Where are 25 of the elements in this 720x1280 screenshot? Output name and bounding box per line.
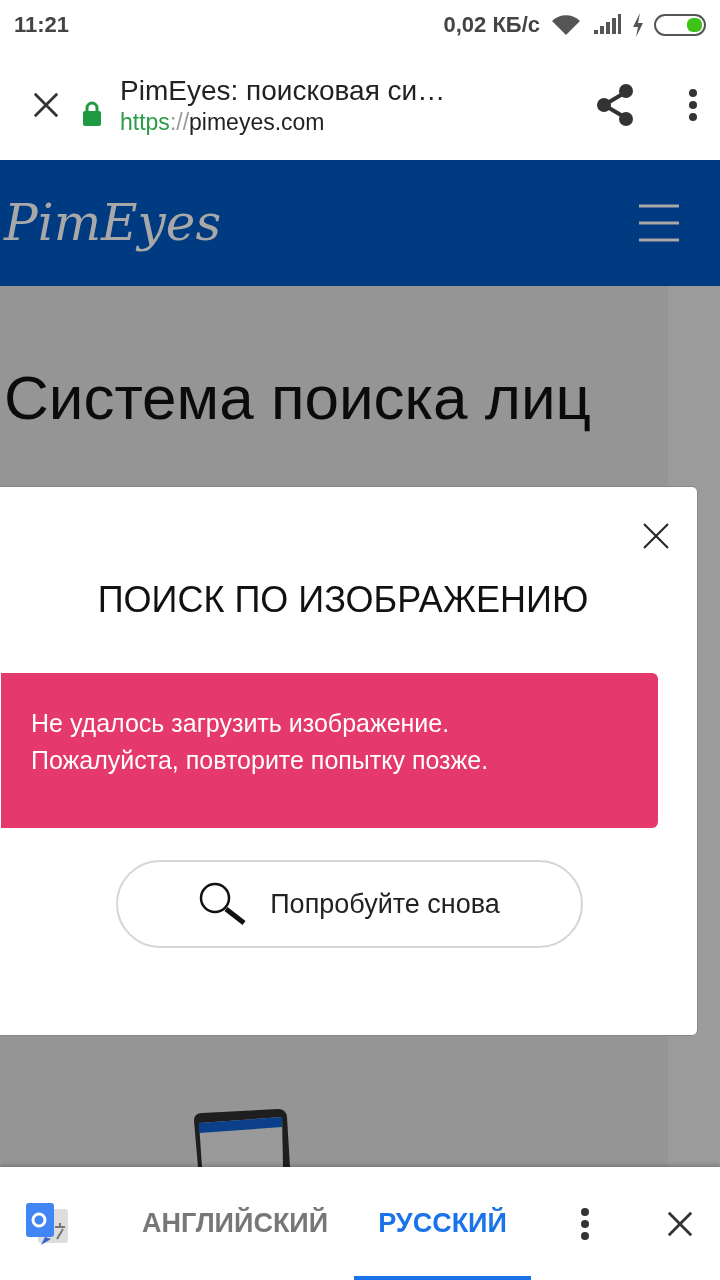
charging-icon — [632, 13, 644, 37]
language-tab[interactable]: РУССКИЙ — [354, 1167, 531, 1280]
wifi-icon — [550, 13, 582, 37]
page-title: PimEyes: поисковая си… — [120, 74, 447, 107]
dialog-title: ПОИСК ПО ИЗОБРАЖЕНИЮ — [97, 579, 589, 621]
close-icon — [666, 1209, 694, 1238]
language-tab[interactable]: АНГЛИЙСКИЙ — [118, 1167, 353, 1280]
hero-heading: Система поиска лиц — [4, 362, 593, 434]
close-icon — [641, 521, 671, 551]
signal-icon — [592, 14, 622, 36]
dialog-close-button[interactable] — [641, 521, 671, 551]
share-icon — [596, 84, 634, 126]
more-icon — [580, 1206, 590, 1241]
retry-button[interactable]: Попробуйте снова — [115, 860, 583, 948]
error-message: Не удалось загрузить изображение. Пожалуйста, повторите попытку позже. — [1, 673, 658, 828]
network-speed: 0,02 КБ/с — [443, 12, 540, 38]
battery-icon — [654, 13, 706, 37]
clock-time: 11:21 — [14, 12, 70, 38]
close-icon — [32, 91, 60, 119]
lock-icon — [82, 100, 102, 127]
site-logo[interactable]: PimEyes — [4, 194, 222, 252]
menu-icon[interactable] — [638, 203, 680, 243]
more-icon — [688, 88, 698, 122]
page-url: https://pimeyes.com — [120, 108, 326, 136]
translate-icon — [24, 1200, 70, 1247]
